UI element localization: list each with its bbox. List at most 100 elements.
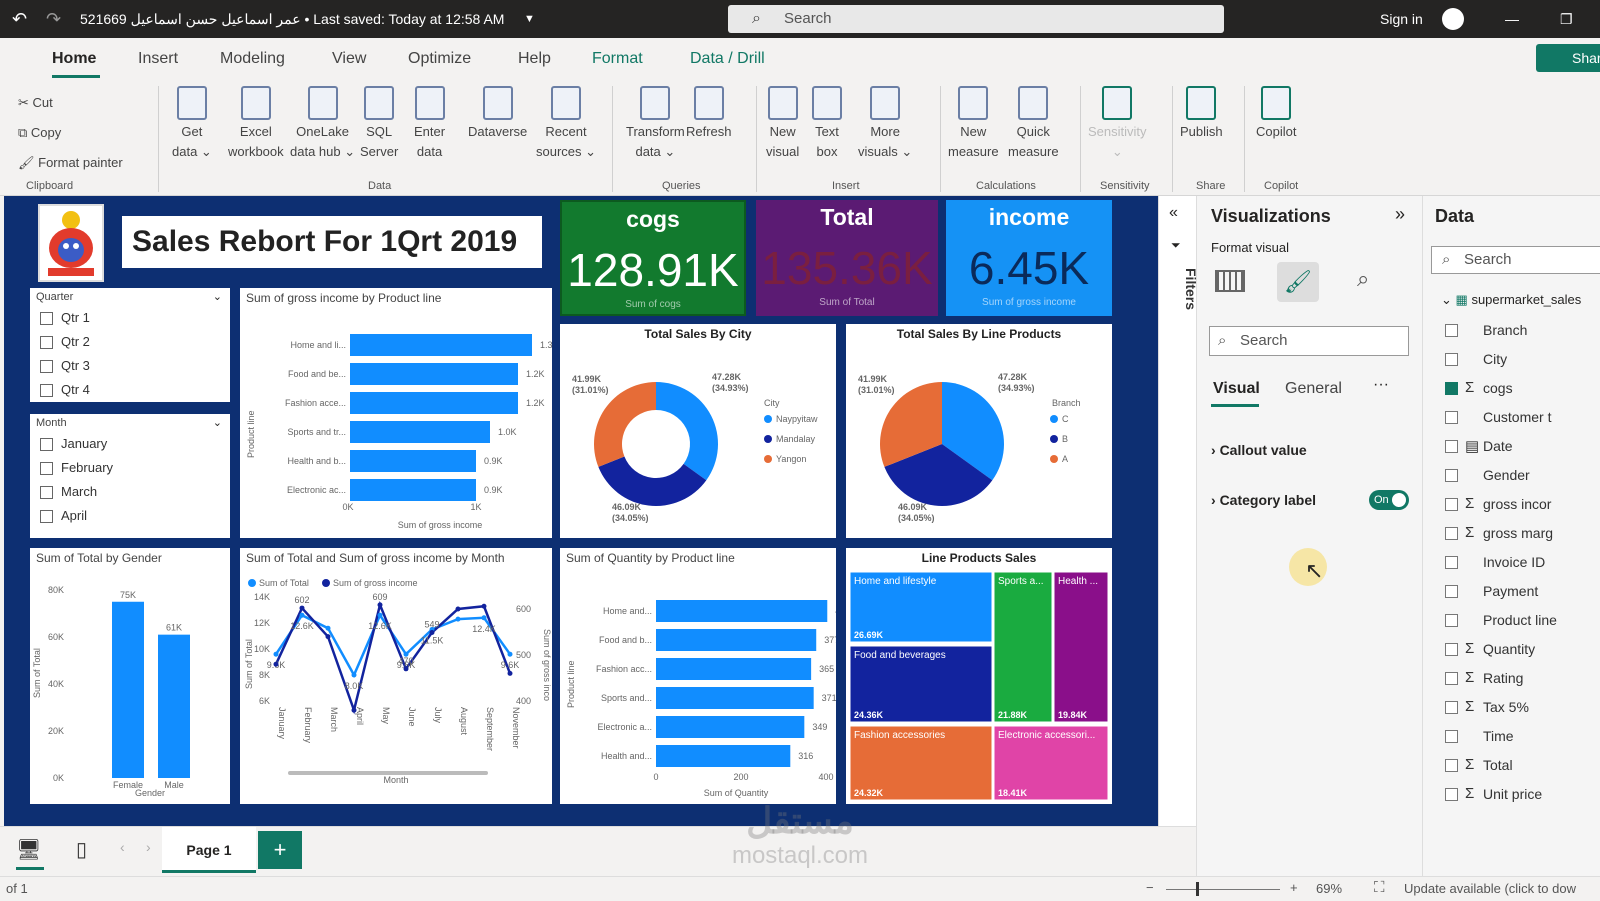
tab-optimize[interactable]: Optimize [408,50,471,68]
chevron-down-icon[interactable]: ⌄ [213,416,222,429]
ribbon-button-refresh[interactable]: Refresh [686,86,732,142]
page-tab-1[interactable]: Page 1 [162,827,256,873]
field-checkbox[interactable] [1445,324,1458,337]
point-income[interactable] [507,670,513,676]
slicer-item-january[interactable]: January [30,432,230,456]
slicer-item-qtr4[interactable]: Qtr 4 [30,378,230,402]
undo-icon[interactable]: ↶ [12,0,27,38]
legend-label[interactable]: A [1062,454,1068,464]
point-income[interactable] [325,634,331,640]
tab-home[interactable]: Home [52,50,96,68]
ribbon-button-new-visual[interactable]: New visual [766,86,799,162]
field-checkbox[interactable] [1445,585,1458,598]
field-gross-incor[interactable]: Σgross incor [1445,495,1551,512]
filters-pane[interactable]: « ⏷ Filters [1158,196,1199,826]
desktop-view-icon[interactable]: 🖥 [16,837,41,862]
chart-quantity-by-product[interactable]: Sum of Quantity by Product line Product … [560,548,850,804]
chart-total-sales-by-line[interactable]: Total Sales By Line Products Branch 47.2… [846,324,1112,538]
field-total[interactable]: Σ Total [1445,756,1513,773]
chart-gross-income-by-product[interactable]: Sum of gross income by Product line Prod… [240,288,559,538]
field-unit-price[interactable]: Σ Unit price [1445,785,1542,802]
format-brush-icon[interactable]: 🖌 [1277,262,1319,302]
field-branch[interactable]: Branch [1445,322,1527,338]
checkbox[interactable] [40,336,53,350]
legend-label[interactable]: Mandalay [776,434,816,444]
bar[interactable] [656,600,828,622]
slicer-item-qtr3[interactable]: Qtr 3 [30,354,230,378]
ribbon-button-get-data[interactable]: Get data ⌄ [172,86,212,162]
bar[interactable] [656,716,805,738]
point-total[interactable] [299,612,305,618]
ribbon-button-enter-data[interactable]: Enter data [414,86,445,162]
tab-modeling[interactable]: Modeling [220,50,285,68]
field-checkbox[interactable] [1445,556,1458,569]
point-income[interactable] [299,605,305,611]
slicer-item-qtr2[interactable]: Qtr 2 [30,330,230,354]
slicer-item-qtr1[interactable]: Qtr 1 [30,306,230,330]
redo-icon[interactable]: ↷ [46,0,61,38]
tab-view[interactable]: View [332,50,366,68]
point-income[interactable] [429,629,435,635]
field-city[interactable]: City [1445,351,1507,367]
checkbox[interactable] [40,312,53,326]
chart-total-by-gender[interactable]: Sum of Total by Gender Gender Sum of Tot… [30,548,230,804]
ribbon-button-text-box[interactable]: Text box [812,86,842,162]
kpi-card-total[interactable]: Total 135.36K Sum of Total [756,200,938,316]
checkbox[interactable] [40,486,53,500]
analytics-icon[interactable]: ⌕ [1357,266,1369,292]
field-time[interactable]: Time [1445,728,1514,744]
field-date[interactable]: ▤ Date [1445,438,1513,455]
bar[interactable] [656,658,812,680]
bar[interactable] [350,421,490,443]
checkbox[interactable] [40,360,53,374]
data-search-input[interactable]: ⌕ Search [1431,246,1600,274]
global-search-input[interactable]: ⌕ Search [728,5,1224,33]
title-dropdown-icon[interactable]: ▼ [524,0,535,38]
field-checkbox[interactable] [1445,730,1458,743]
field-checkbox[interactable] [1445,701,1458,714]
ribbon-button-recent-sources[interactable]: Recent sources ⌄ [536,86,596,162]
legend-label[interactable]: Yangon [776,454,806,464]
field-checkbox[interactable] [1445,527,1458,540]
pie-slice[interactable] [656,382,718,481]
field-checkbox[interactable] [1445,411,1458,424]
point-total[interactable] [273,651,279,657]
field-payment[interactable]: Payment [1445,583,1538,599]
ribbon-button-sql-server[interactable]: SQL Server [360,86,398,162]
kpi-card-cogs[interactable]: cogs 128.91K Sum of cogs [560,200,746,316]
field-gender[interactable]: Gender [1445,467,1530,483]
zoom-slider-thumb[interactable] [1196,882,1199,896]
add-page-button[interactable]: + [258,831,302,869]
ribbon-button-transform-data[interactable]: Transform data ⌄ [626,86,685,162]
checkbox[interactable] [40,384,53,398]
zoom-out-icon[interactable]: − [1146,880,1154,895]
viz-search-input[interactable]: ⌕ Search [1209,326,1409,356]
bar[interactable] [656,745,791,767]
treemap-tile[interactable] [993,571,1053,723]
bar[interactable] [350,392,518,414]
tab-data-drill[interactable]: Data / Drill [690,50,765,68]
treemap-tile[interactable] [1053,571,1109,723]
ribbon-button-excel-workbook[interactable]: Excel workbook [228,86,284,162]
checkbox[interactable] [40,462,53,476]
mobile-view-icon[interactable]: ▯ [76,837,87,862]
point-income[interactable] [481,603,487,609]
slicer-item-april[interactable]: April [30,504,230,528]
tab-insert[interactable]: Insert [138,50,178,68]
kpi-card-income[interactable]: income 6.45K Sum of gross income [946,200,1112,316]
category-label-section[interactable]: › Category label [1211,492,1316,508]
bar[interactable] [350,334,532,356]
callout-value-section[interactable]: › Callout value [1211,442,1307,458]
ribbon-button-sensitivity[interactable]: Sensitivity ⌄ [1088,86,1147,162]
bar[interactable] [350,450,476,472]
zoom-slider[interactable] [1166,889,1280,890]
field-checkbox[interactable] [1445,498,1458,511]
field-checkbox[interactable] [1445,614,1458,627]
build-visual-icon[interactable] [1215,270,1245,292]
ribbon-button-onelake-data-hub[interactable]: OneLake data hub ⌄ [290,86,355,162]
copy-button[interactable]: ⧉ Copy [18,118,123,148]
ribbon-button-publish[interactable]: Publish [1180,86,1223,142]
point-total[interactable] [455,616,461,622]
bar[interactable] [350,479,476,501]
next-page-icon[interactable]: › [146,839,151,855]
